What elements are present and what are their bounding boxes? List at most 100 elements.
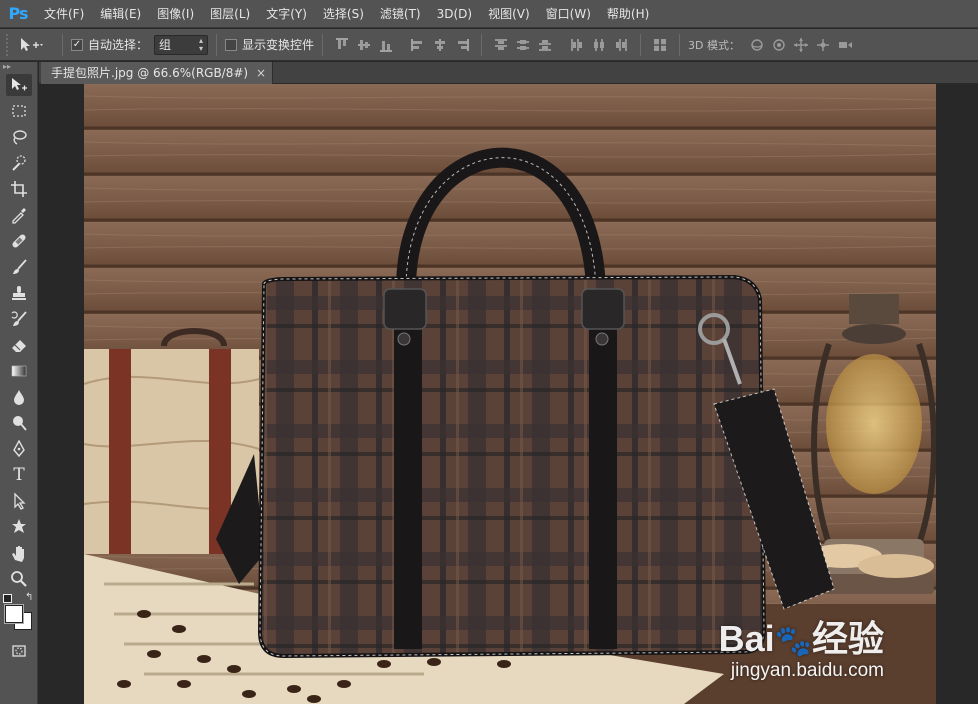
foreground-color-swatch[interactable] bbox=[4, 604, 24, 624]
path-select-icon bbox=[14, 492, 26, 510]
watermark-logo-cn: 经验 bbox=[811, 618, 884, 659]
distribute-top-icon[interactable] bbox=[493, 37, 509, 53]
menu-item-filter[interactable]: 滤镜(T) bbox=[372, 0, 429, 28]
align-left-icon[interactable] bbox=[410, 37, 426, 53]
distribute-left-icon[interactable] bbox=[569, 37, 585, 53]
close-icon[interactable]: × bbox=[256, 62, 266, 84]
tools-panel: ▸▸ T ↰ bbox=[0, 62, 38, 704]
quick-mask-icon bbox=[12, 645, 26, 657]
tool-eraser[interactable] bbox=[0, 332, 38, 358]
photoshop-window: Ps 文件(F) 编辑(E) 图像(I) 图层(L) 文字(Y) 选择(S) 滤… bbox=[0, 0, 978, 704]
show-transform-checkbox[interactable] bbox=[225, 38, 238, 51]
auto-select-dropdown[interactable]: 组 ▴ ▾ bbox=[154, 34, 209, 55]
menu-item-edit[interactable]: 编辑(E) bbox=[92, 0, 149, 28]
tool-quick-mask[interactable] bbox=[0, 638, 38, 664]
distribute-right-icon[interactable] bbox=[613, 37, 629, 53]
watermark-logo-text: Bai bbox=[718, 618, 775, 659]
tool-hand[interactable] bbox=[0, 540, 38, 566]
watermark-url: jingyan.baidu.com bbox=[730, 660, 884, 681]
eyedropper-icon bbox=[12, 208, 26, 224]
lasso-icon bbox=[13, 130, 27, 145]
roll-3d-icon[interactable] bbox=[771, 37, 787, 53]
watermark-logo: Bai🐾经验 bbox=[719, 610, 884, 662]
hand-icon bbox=[12, 546, 24, 562]
menu-item-type[interactable]: 文字(Y) bbox=[258, 0, 315, 28]
show-transform-label: 显示变换控件 bbox=[242, 38, 315, 52]
tool-pen[interactable] bbox=[0, 436, 38, 462]
divider bbox=[640, 33, 642, 56]
menu-item-view[interactable]: 视图(V) bbox=[480, 0, 538, 28]
canvas-workspace[interactable]: Bai🐾经验 jingyan.baidu.com bbox=[39, 84, 978, 704]
distribute-vcenter-icon[interactable] bbox=[515, 37, 531, 53]
distribute-hcenter-icon[interactable] bbox=[591, 37, 607, 53]
document-tab[interactable]: 手提包照片.jpg @ 66.6%(RGB/8#) × bbox=[41, 62, 274, 84]
dropdown-arrows-icon: ▴ ▾ bbox=[199, 35, 204, 53]
baidu-jingyan-watermark: Bai🐾经验 jingyan.baidu.com bbox=[719, 610, 884, 682]
auto-select-label: 自动选择： bbox=[88, 38, 149, 52]
menu-item-help[interactable]: 帮助(H) bbox=[599, 0, 657, 28]
tool-path-select[interactable] bbox=[0, 488, 38, 514]
slide-3d-icon[interactable] bbox=[815, 37, 831, 53]
tool-zoom[interactable] bbox=[0, 566, 38, 592]
tool-gradient[interactable] bbox=[0, 358, 38, 384]
auto-select-checkbox[interactable]: ✓ bbox=[71, 38, 83, 51]
options-bar-grip[interactable] bbox=[6, 33, 12, 56]
zoom-icon bbox=[11, 571, 27, 587]
options-bar: ✓ 自动选择： 组 ▴ ▾ 显示变换控件 3D 模式： bbox=[0, 29, 978, 61]
scale-3d-icon[interactable] bbox=[837, 37, 853, 53]
divider bbox=[481, 33, 483, 56]
dodge-icon bbox=[13, 416, 27, 431]
rotate-3d-icon[interactable] bbox=[749, 37, 765, 53]
tool-quick-select[interactable] bbox=[0, 150, 38, 176]
tool-history-brush[interactable] bbox=[0, 306, 38, 332]
swap-colors-icon[interactable]: ↰ bbox=[25, 592, 33, 603]
tool-brush[interactable] bbox=[0, 254, 38, 280]
tool-blur[interactable] bbox=[0, 384, 38, 410]
tool-move[interactable] bbox=[0, 72, 38, 98]
document-tab-title: 手提包照片.jpg @ 66.6%(RGB/8#) bbox=[51, 66, 249, 80]
align-hcenter-icon[interactable] bbox=[432, 37, 448, 53]
tool-healing[interactable] bbox=[0, 228, 38, 254]
distribute-bottom-icon[interactable] bbox=[537, 37, 553, 53]
move-tool-icon bbox=[21, 37, 43, 51]
tool-crop[interactable] bbox=[0, 176, 38, 202]
healing-brush-icon bbox=[12, 234, 26, 248]
divider bbox=[322, 33, 324, 56]
auto-align-layers-icon[interactable] bbox=[652, 37, 668, 53]
menu-item-select[interactable]: 选择(S) bbox=[315, 0, 372, 28]
photoshop-logo: Ps bbox=[8, 4, 29, 23]
clone-stamp-icon bbox=[12, 286, 26, 300]
brush-icon bbox=[13, 259, 27, 274]
tool-preset-picker[interactable] bbox=[18, 33, 54, 57]
toolbar-collapse-button[interactable]: ▸▸ bbox=[0, 62, 37, 72]
menu-item-layer[interactable]: 图层(L) bbox=[202, 0, 258, 28]
quick-select-icon bbox=[12, 155, 26, 171]
tool-dodge[interactable] bbox=[0, 410, 38, 436]
align-vcenter-icon[interactable] bbox=[356, 37, 372, 53]
gradient-icon bbox=[11, 365, 27, 377]
tool-eyedropper[interactable] bbox=[0, 202, 38, 228]
align-right-icon[interactable] bbox=[454, 37, 470, 53]
align-bottom-icon[interactable] bbox=[378, 37, 394, 53]
tool-lasso[interactable] bbox=[0, 124, 38, 150]
document-tab-bar: 手提包照片.jpg @ 66.6%(RGB/8#) × bbox=[39, 62, 978, 84]
menu-item-window[interactable]: 窗口(W) bbox=[538, 0, 599, 28]
menu-bar: Ps 文件(F) 编辑(E) 图像(I) 图层(L) 文字(Y) 选择(S) 滤… bbox=[0, 0, 978, 28]
eraser-icon bbox=[12, 340, 26, 352]
menu-item-file[interactable]: 文件(F) bbox=[36, 0, 92, 28]
menu-item-3d[interactable]: 3D(D) bbox=[429, 0, 480, 28]
align-top-icon[interactable] bbox=[334, 37, 350, 53]
default-colors-icon[interactable] bbox=[3, 594, 12, 603]
shape-icon bbox=[12, 519, 26, 533]
document-canvas[interactable]: Bai🐾经验 jingyan.baidu.com bbox=[84, 84, 936, 704]
drag-3d-icon[interactable] bbox=[793, 37, 809, 53]
crop-icon bbox=[11, 181, 27, 197]
tool-marquee[interactable] bbox=[0, 98, 38, 124]
tool-shape[interactable] bbox=[0, 514, 38, 540]
menu-item-image[interactable]: 图像(I) bbox=[149, 0, 202, 28]
divider bbox=[216, 33, 218, 56]
paw-icon: 🐾 bbox=[774, 625, 812, 658]
tool-clone-stamp[interactable] bbox=[0, 280, 38, 306]
mode-3d-label: 3D 模式： bbox=[688, 38, 740, 52]
tool-type[interactable]: T bbox=[0, 462, 38, 488]
